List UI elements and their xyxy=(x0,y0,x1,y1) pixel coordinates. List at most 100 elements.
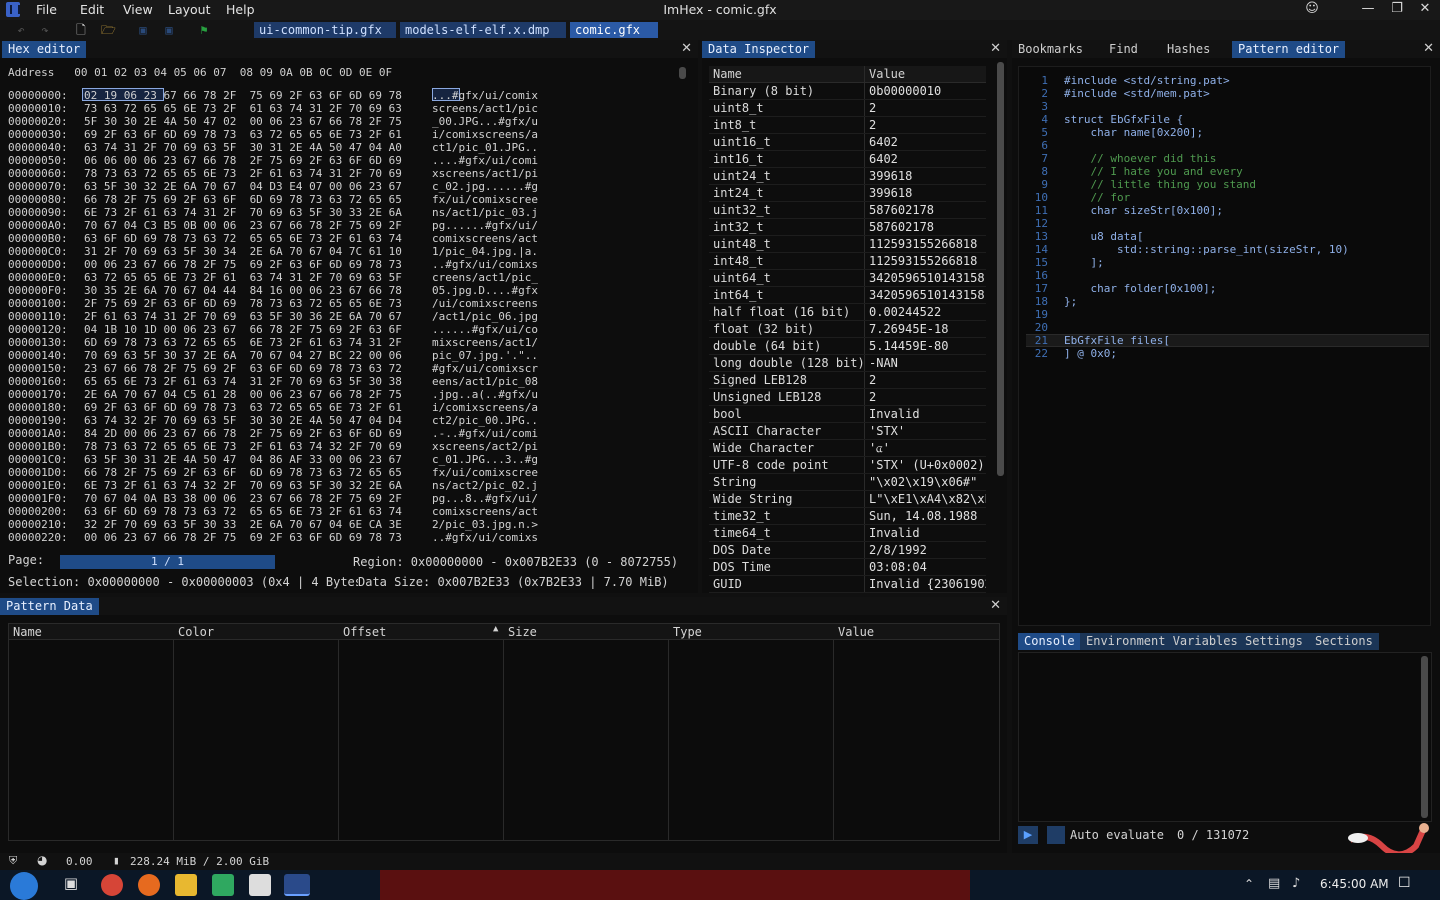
restore-icon[interactable]: ❐ xyxy=(1383,1,1411,19)
hex-ascii[interactable]: ns/act1/pic_03.j xyxy=(432,206,538,219)
inspector-row[interactable]: DOS Date 2/8/1992 xyxy=(709,542,986,559)
inspector-row[interactable]: Wide String L"\xE1\xA4\x82\xE xyxy=(709,491,986,508)
code-text[interactable]: struct EbGfxFile { xyxy=(1064,113,1183,126)
hex-ascii[interactable]: mixscreens/act1/ xyxy=(432,336,538,349)
menu-file[interactable]: File xyxy=(36,2,57,17)
file-tab-ui-common-tip[interactable]: ui-common-tip.gfx ● xyxy=(254,22,396,53)
new-file-icon[interactable]: 🗋 xyxy=(74,23,88,37)
smiley-icon[interactable]: ☺ xyxy=(1298,1,1326,19)
inspector-type-value[interactable]: 7.26945E-18 xyxy=(869,321,986,338)
notepad-icon[interactable] xyxy=(212,874,234,896)
hex-bytes[interactable]: 70 69 63 5F 30 37 2E 6A 70 67 04 27 BC 2… xyxy=(84,349,402,362)
hex-ascii[interactable]: ...#gfx/ui/comix xyxy=(432,89,538,102)
code-text[interactable]: // I hate you and every xyxy=(1064,165,1242,178)
inspector-type-value[interactable]: 112593155266818 xyxy=(869,236,986,253)
hex-ascii[interactable]: pic_07.jpg.'.".. xyxy=(432,349,538,362)
inspector-type-value[interactable]: 5.14459E-80 xyxy=(869,338,986,355)
code-text[interactable]: char sizeStr[0x100]; xyxy=(1064,204,1222,217)
inspector-row[interactable]: Wide Character 'ᤂ' xyxy=(709,440,986,457)
hex-bytes[interactable]: 31 2F 70 69 63 5F 30 34 2E 6A 70 67 04 7… xyxy=(84,245,402,258)
close-hex-editor-icon[interactable]: ✕ xyxy=(681,41,692,56)
tab-data-inspector[interactable]: Data Inspector xyxy=(702,41,816,58)
inspector-type-value[interactable]: 3420596510143158 xyxy=(869,270,986,287)
tab-bookmarks[interactable]: Bookmarks xyxy=(1012,41,1089,58)
inspector-row[interactable]: int48_t 112593155266818 xyxy=(709,253,986,270)
console-output[interactable] xyxy=(1018,652,1432,822)
hex-bytes[interactable]: 2E 6A 70 67 04 C5 61 28 00 06 23 67 66 7… xyxy=(84,388,402,401)
inspector-row[interactable]: uint8_t 2 xyxy=(709,100,986,117)
close-data-inspector-icon[interactable]: ✕ xyxy=(990,41,1001,56)
inspector-type-value[interactable]: 2 xyxy=(869,372,986,389)
pattern-data-table[interactable] xyxy=(8,623,1000,841)
hex-bytes[interactable]: 70 67 04 C3 B5 0B 00 06 23 67 66 78 2F 7… xyxy=(84,219,402,232)
inspector-row[interactable]: uint32_t 587602178 xyxy=(709,202,986,219)
inspector-row[interactable]: uint64_t 3420596510143158 xyxy=(709,270,986,287)
hex-bytes[interactable]: 6D 69 78 73 63 72 65 65 6E 73 2F 61 63 7… xyxy=(84,336,402,349)
inspector-row[interactable]: double (64 bit) 5.14459E-80 xyxy=(709,338,986,355)
hex-bytes[interactable]: 84 2D 00 06 23 67 66 78 2F 75 69 2F 63 6… xyxy=(84,427,402,440)
hex-scrollbar[interactable] xyxy=(679,67,686,79)
inspector-type-value[interactable]: 112593155266818 xyxy=(869,253,986,270)
inspector-row[interactable]: long double (128 bit) -NAN xyxy=(709,355,986,372)
inspector-row[interactable]: time64_t Invalid xyxy=(709,525,986,542)
col-offset[interactable]: Offset xyxy=(343,625,386,639)
tab-environment-variables[interactable]: Environment Variables xyxy=(1080,633,1244,650)
inspector-col-name[interactable]: Name xyxy=(713,67,742,81)
hex-bytes[interactable]: 2F 61 63 74 31 2F 70 69 63 5F 30 36 2E 6… xyxy=(84,310,402,323)
console-scrollbar[interactable] xyxy=(1421,656,1428,818)
save-as-icon[interactable]: ▣ xyxy=(162,23,176,37)
inspector-type-value[interactable]: 399618 xyxy=(869,185,986,202)
hex-ascii[interactable]: 05.jpg.D....#gfx xyxy=(432,284,538,297)
inspector-row[interactable]: GUID Invalid {23061902 xyxy=(709,576,986,593)
hex-ascii[interactable]: screens/act1/pic xyxy=(432,102,538,115)
hex-ascii[interactable]: xscreens/act2/pi xyxy=(432,440,538,453)
inspector-type-value[interactable]: 6402 xyxy=(869,134,986,151)
hex-ascii[interactable]: ....#gfx/ui/comi xyxy=(432,154,538,167)
hex-bytes[interactable]: 65 65 6E 73 2F 61 63 74 31 2F 70 69 63 5… xyxy=(84,375,402,388)
hex-ascii[interactable]: ns/act2/pic_02.j xyxy=(432,479,538,492)
code-text[interactable]: char name[0x200]; xyxy=(1064,126,1203,139)
file-tab-models-elf[interactable]: models-elf-elf.x.dmp xyxy=(400,22,566,38)
hex-bytes[interactable]: 66 78 2F 75 69 2F 63 6F 6D 69 78 73 63 7… xyxy=(84,193,402,206)
hex-ascii[interactable]: ......#gfx/ui/co xyxy=(432,323,538,336)
code-text[interactable]: // for xyxy=(1064,191,1130,204)
inspector-type-value[interactable]: 'STX' (U+0x0002) xyxy=(869,457,986,474)
inspector-row[interactable]: int24_t 399618 xyxy=(709,185,986,202)
hex-bytes[interactable]: 63 6F 6D 69 78 73 63 72 65 65 6E 73 2F 6… xyxy=(84,505,402,518)
inspector-row[interactable]: int32_t 587602178 xyxy=(709,219,986,236)
inspector-scrollbar[interactable] xyxy=(997,62,1004,476)
hex-bytes[interactable]: 6E 73 2F 61 63 74 31 2F 70 69 63 5F 30 3… xyxy=(84,206,402,219)
hex-ascii[interactable]: eens/act1/pic_08 xyxy=(432,375,538,388)
inspector-row[interactable]: uint16_t 6402 xyxy=(709,134,986,151)
hex-ascii[interactable]: comixscreens/act xyxy=(432,505,538,518)
inspector-type-value[interactable]: 'STX' xyxy=(869,423,986,440)
hex-bytes[interactable]: 32 2F 70 69 63 5F 30 33 2E 6A 70 67 04 6… xyxy=(84,518,402,531)
col-value[interactable]: Value xyxy=(838,625,874,639)
network-icon[interactable]: ▤ xyxy=(1268,876,1280,891)
inspector-type-value[interactable]: Sun, 14.08.1988 1 xyxy=(869,508,986,525)
code-text[interactable]: // little thing you stand xyxy=(1064,178,1256,191)
hex-bytes[interactable]: 63 5F 30 32 2E 6A 70 67 04 D3 E4 07 00 0… xyxy=(84,180,402,193)
tab-console[interactable]: Console xyxy=(1018,633,1081,650)
hex-bytes[interactable]: 63 72 65 65 6E 73 2F 61 63 74 31 2F 70 6… xyxy=(84,271,402,284)
tab-hashes[interactable]: Hashes xyxy=(1161,41,1216,58)
save-icon[interactable]: ▣ xyxy=(136,23,150,37)
firefox-icon[interactable] xyxy=(138,874,160,896)
hex-bytes[interactable]: 69 2F 63 6F 6D 69 78 73 63 72 65 65 6E 7… xyxy=(84,401,402,414)
tab-pattern-data[interactable]: Pattern Data xyxy=(0,598,99,615)
hex-bytes[interactable]: 63 5F 30 31 2E 4A 50 47 04 86 AF 33 00 0… xyxy=(84,453,402,466)
inspector-type-value[interactable]: -NAN xyxy=(869,355,986,372)
imhex-taskbar-icon[interactable] xyxy=(284,874,310,896)
inspector-row[interactable]: uint48_t 112593155266818 xyxy=(709,236,986,253)
code-text[interactable]: std::string::parse_int(sizeStr, 10) xyxy=(1064,243,1349,256)
inspector-row[interactable]: half float (16 bit) 0.00244522 xyxy=(709,304,986,321)
inspector-row[interactable]: time32_t Sun, 14.08.1988 1 xyxy=(709,508,986,525)
hex-ascii[interactable]: fx/ui/comixscree xyxy=(432,193,538,206)
hex-ascii[interactable]: ct2/pic_00.JPG.. xyxy=(432,414,538,427)
minimize-icon[interactable]: — xyxy=(1354,1,1382,19)
hex-bytes[interactable]: 78 73 63 72 65 65 6E 73 2F 61 63 74 32 2… xyxy=(84,440,402,453)
file-explorer-icon[interactable] xyxy=(175,874,197,896)
col-size[interactable]: Size xyxy=(508,625,537,639)
hex-ascii[interactable]: creens/act1/pic_ xyxy=(432,271,538,284)
hex-ascii[interactable]: ct1/pic_01.JPG.. xyxy=(432,141,538,154)
